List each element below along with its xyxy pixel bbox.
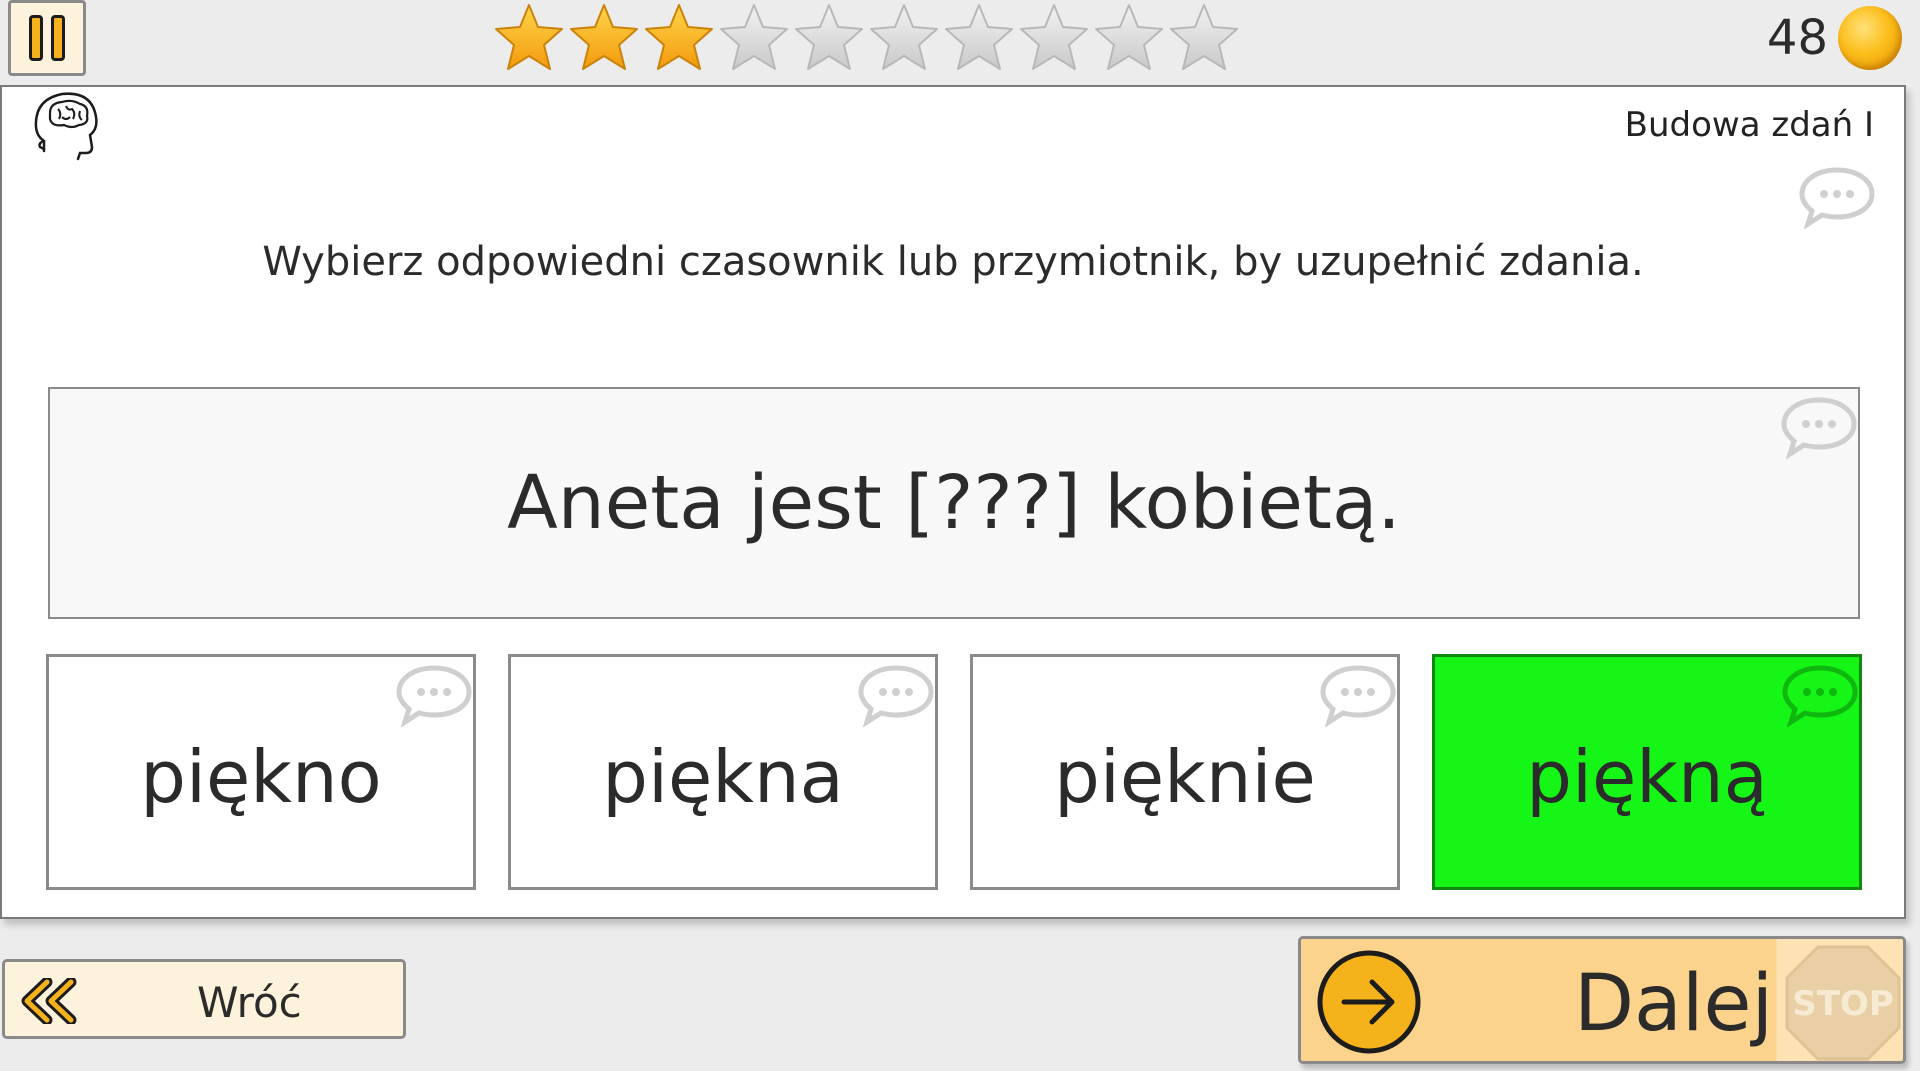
star-empty-icon: [868, 2, 940, 72]
coin-icon: [1838, 6, 1902, 70]
answer-option-label: pięknie: [1054, 735, 1316, 819]
double-chevron-left-icon: [21, 978, 77, 1024]
speech-bubble-icon[interactable]: [1781, 663, 1859, 727]
answer-option-3[interactable]: pięknie: [970, 654, 1400, 890]
answer-option-label: piękna: [602, 735, 844, 819]
stop-sign-icon: STOP: [1785, 945, 1901, 1061]
star-empty-icon: [943, 2, 1015, 72]
pause-icon: [51, 15, 65, 61]
answer-option-label: piękno: [140, 735, 382, 819]
instruction-text: Wybierz odpowiedni czasownik lub przymio…: [262, 239, 1644, 285]
brain-head-icon: [34, 92, 98, 161]
star-empty-icon: [1168, 2, 1240, 72]
speech-bubble-icon[interactable]: [395, 663, 473, 727]
speech-bubble-icon[interactable]: [857, 663, 935, 727]
answer-option-label: piękną: [1526, 735, 1768, 819]
star-empty-icon: [718, 2, 790, 72]
star-empty-icon: [793, 2, 865, 72]
arrow-right-circle-icon: [1317, 950, 1421, 1054]
back-label: Wróć: [197, 978, 302, 1027]
pause-icon: [29, 15, 43, 61]
progress-stars: [493, 2, 1240, 72]
coin-counter: 48: [1767, 6, 1902, 70]
speech-bubble-icon[interactable]: [1798, 165, 1876, 229]
star-empty-icon: [1018, 2, 1090, 72]
pause-button[interactable]: [8, 0, 86, 76]
answer-option-1[interactable]: piękno: [46, 654, 476, 890]
back-button[interactable]: Wróć: [2, 959, 406, 1039]
next-label: Dalej: [1574, 959, 1774, 1049]
lesson-title: Budowa zdań I: [1624, 105, 1874, 145]
star-empty-icon: [1093, 2, 1165, 72]
star-filled-icon: [643, 2, 715, 72]
exercise-card: Budowa zdań I Wybierz odpowiedni czasown…: [0, 85, 1906, 919]
next-button[interactable]: Dalej STOP: [1298, 936, 1906, 1064]
sentence-text: Aneta jest [???] kobietą.: [507, 460, 1401, 546]
stop-label: STOP: [1792, 984, 1894, 1024]
speech-bubble-icon[interactable]: [1780, 395, 1858, 459]
coin-count: 48: [1766, 10, 1828, 66]
speech-bubble-icon[interactable]: [1319, 663, 1397, 727]
star-filled-icon: [493, 2, 565, 72]
answer-option-2[interactable]: piękna: [508, 654, 938, 890]
star-filled-icon: [568, 2, 640, 72]
answer-option-4-correct[interactable]: piękną: [1432, 654, 1862, 890]
sentence-box: Aneta jest [???] kobietą.: [48, 387, 1860, 619]
